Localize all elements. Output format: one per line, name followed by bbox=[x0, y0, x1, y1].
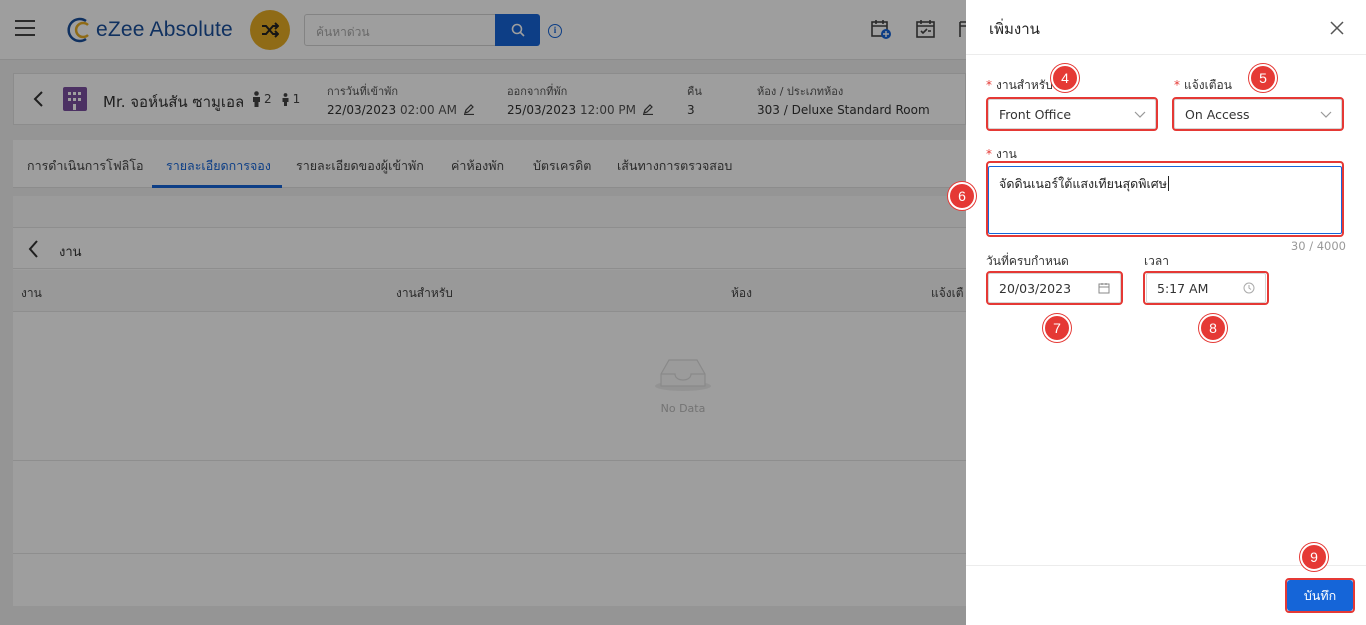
callout-badge: 8 bbox=[1199, 314, 1227, 342]
app-name: eZee Absolute bbox=[96, 18, 233, 41]
building-icon bbox=[63, 87, 87, 111]
callout-badge: 6 bbox=[948, 182, 976, 210]
time-label: เวลา bbox=[1144, 254, 1169, 268]
reservation-tabs: การดำเนินการโฟลิโอ รายละเอียดการจอง รายล… bbox=[13, 140, 966, 188]
tab-folio-operations[interactable]: การดำเนินการโฟลิโอ bbox=[27, 156, 144, 176]
nights-field: คืน 3 bbox=[687, 82, 702, 117]
tasks-panel: งาน งาน งานสำหรับ ห้อง แจ้งเตื No Data bbox=[13, 196, 966, 606]
tasks-table-header: งาน งานสำหรับ ห้อง แจ้งเตื bbox=[13, 270, 966, 312]
edit-pencil-icon[interactable] bbox=[463, 103, 475, 116]
drawer-title: เพิ่มงาน bbox=[989, 20, 1040, 38]
character-counter: 30 / 4000 bbox=[1290, 239, 1346, 253]
empty-state: No Data bbox=[633, 354, 733, 415]
required-mark: * bbox=[986, 78, 992, 92]
info-icon[interactable]: i bbox=[548, 24, 562, 38]
panel-band bbox=[13, 196, 966, 228]
highlight-box bbox=[986, 97, 1158, 131]
highlight-box bbox=[986, 271, 1123, 305]
task-label-text: งาน bbox=[996, 147, 1017, 161]
checkout-label: ออกจากที่พัก bbox=[507, 85, 568, 98]
tab-credit-card[interactable]: บัตรเครดิต bbox=[533, 156, 591, 176]
highlight-box bbox=[986, 161, 1344, 237]
shuffle-icon bbox=[262, 22, 279, 38]
highlight-box bbox=[1172, 97, 1344, 131]
tab-guest-details[interactable]: รายละเอียดของผู้เข้าพัก bbox=[296, 156, 424, 176]
divider bbox=[13, 553, 966, 554]
ezee-logo-icon bbox=[67, 17, 89, 43]
required-mark: * bbox=[1174, 78, 1180, 92]
callout-badge: 4 bbox=[1051, 64, 1079, 92]
column-header-task: งาน bbox=[21, 286, 42, 300]
tab-booking-details[interactable]: รายละเอียดการจอง bbox=[166, 156, 271, 176]
back-arrow-icon[interactable] bbox=[32, 91, 44, 107]
edit-pencil-icon[interactable] bbox=[642, 103, 654, 116]
background-app: eZee Absolute ค้นหาด่วน i Mr. จอห์นสัน ซ… bbox=[0, 0, 966, 625]
tasks-title: งาน bbox=[59, 245, 82, 260]
checkout-field: ออกจากที่พัก 25/03/2023 12:00 PM bbox=[507, 82, 654, 117]
active-tab-indicator bbox=[152, 185, 282, 188]
back-arrow-icon[interactable] bbox=[27, 240, 39, 258]
room-value: 303 / Deluxe Standard Room bbox=[757, 103, 930, 117]
checkin-date: 22/03/2023 bbox=[327, 103, 397, 117]
shuffle-button[interactable] bbox=[250, 10, 290, 50]
task-for-label-text: งานสำหรับ bbox=[996, 78, 1053, 92]
adult-count: 2 bbox=[264, 92, 272, 106]
nights-label: คืน bbox=[687, 85, 702, 98]
search-icon bbox=[511, 23, 525, 37]
task-for-label: * งานสำหรับ bbox=[986, 76, 1053, 95]
due-date-label: วันที่ครบกำหนด bbox=[986, 254, 1069, 268]
required-mark: * bbox=[986, 147, 992, 161]
checkout-date: 25/03/2023 bbox=[507, 103, 577, 117]
empty-inbox-icon bbox=[655, 359, 711, 391]
room-field: ห้อง / ประเภทห้อง 303 / Deluxe Standard … bbox=[757, 82, 930, 117]
drawer-header: เพิ่มงาน bbox=[966, 0, 1366, 55]
checklist-calendar-icon[interactable] bbox=[915, 18, 937, 40]
search-button[interactable] bbox=[495, 14, 540, 46]
checkin-field: การวันที่เข้าพัก 22/03/2023 02:00 AM bbox=[327, 82, 475, 117]
column-header-room: ห้อง bbox=[731, 286, 752, 300]
add-task-drawer: เพิ่มงาน * งานสำหรับ Front Office * แจ้งเต… bbox=[948, 0, 1366, 625]
notify-label: * แจ้งเตือน bbox=[1174, 76, 1232, 95]
checkout-time: 12:00 PM bbox=[580, 103, 636, 117]
tab-room-charges[interactable]: ค่าห้องพัก bbox=[451, 156, 504, 176]
nights-value: 3 bbox=[687, 103, 695, 117]
column-header-notify: แจ้งเตื bbox=[931, 286, 964, 300]
room-label: ห้อง / ประเภทห้อง bbox=[757, 85, 844, 98]
save-button[interactable]: บันทึก bbox=[1287, 580, 1353, 611]
guest-summary-bar: Mr. จอห์นสัน ซามูเอล 2 1 การวันที่เข้าพั… bbox=[13, 73, 966, 125]
top-bar: eZee Absolute ค้นหาด่วน i bbox=[0, 0, 966, 60]
logo: eZee Absolute bbox=[64, 15, 233, 45]
hamburger-menu-icon[interactable] bbox=[15, 20, 35, 36]
adult-icon bbox=[253, 91, 260, 107]
empty-text: No Data bbox=[660, 402, 706, 415]
pax-count: 2 1 bbox=[252, 91, 300, 107]
callout-badge: 7 bbox=[1043, 314, 1071, 342]
divider bbox=[13, 460, 966, 461]
child-count: 1 bbox=[292, 92, 301, 106]
close-icon[interactable] bbox=[1329, 20, 1345, 36]
callout-badge: 9 bbox=[1300, 543, 1328, 571]
child-icon bbox=[282, 92, 289, 106]
tasks-header: งาน bbox=[13, 229, 966, 269]
highlight-box bbox=[1143, 271, 1269, 305]
quick-search-input[interactable]: ค้นหาด่วน bbox=[304, 14, 496, 46]
guest-name: Mr. จอห์นสัน ซามูเอล bbox=[103, 93, 245, 111]
callout-badge: 5 bbox=[1249, 64, 1277, 92]
truncated-calendar-icon[interactable] bbox=[958, 18, 966, 40]
tab-audit-trail[interactable]: เส้นทางการตรวจสอบ bbox=[617, 156, 732, 176]
checkin-label: การวันที่เข้าพัก bbox=[327, 85, 399, 98]
add-reservation-calendar-icon[interactable] bbox=[870, 18, 892, 40]
notify-label-text: แจ้งเตือน bbox=[1184, 78, 1232, 92]
column-header-task-for: งานสำหรับ bbox=[396, 286, 453, 300]
checkin-time: 02:00 AM bbox=[400, 103, 457, 117]
